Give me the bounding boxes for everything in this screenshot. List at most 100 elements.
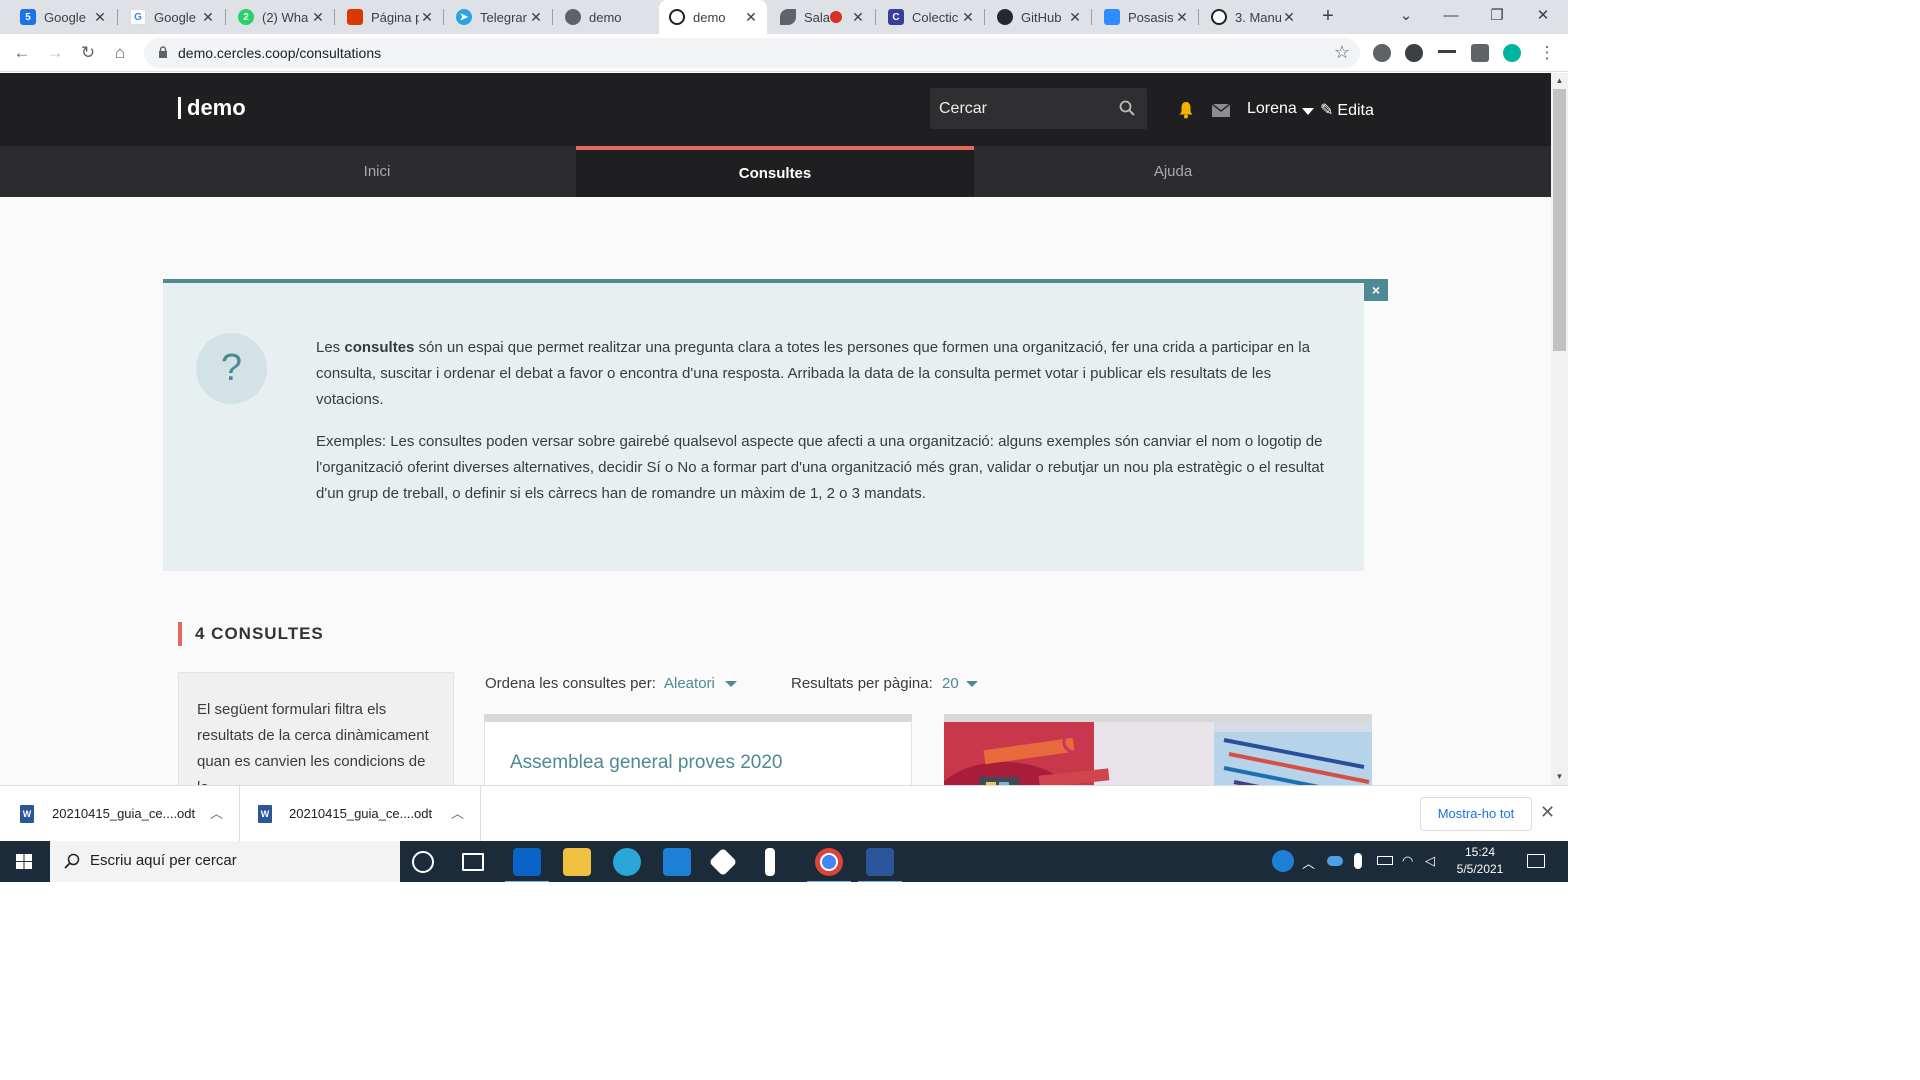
scroll-up-icon[interactable]: ▲ <box>1551 73 1568 89</box>
tab-title: 3. Manu <box>1235 9 1281 25</box>
browser-tab[interactable]: 5 Google ✕ <box>10 0 116 34</box>
close-help-button[interactable]: × <box>1364 279 1388 301</box>
tab-search-icon[interactable]: ⌄ <box>1383 0 1429 34</box>
tab-close-icon[interactable]: ✕ <box>960 9 976 26</box>
browser-tab[interactable]: Sala ✕ <box>770 0 874 34</box>
tab-close-icon[interactable]: ✕ <box>850 9 866 26</box>
help-tray-icon[interactable] <box>1272 850 1294 872</box>
mail-icon[interactable] <box>663 848 691 876</box>
browser-tab-active[interactable]: demo ✕ <box>659 0 767 34</box>
user-menu[interactable]: Lorena <box>1247 100 1297 118</box>
tab-close-icon[interactable]: ✕ <box>310 9 326 26</box>
chevron-down-icon[interactable] <box>1302 108 1314 115</box>
app-icon[interactable] <box>765 848 775 876</box>
nav-item-inici[interactable]: Inici <box>178 146 576 197</box>
chevron-down-icon[interactable] <box>966 681 978 687</box>
page-scrollbar[interactable]: ▲ ▼ <box>1551 73 1568 785</box>
home-icon[interactable]: ⌂ <box>108 41 132 65</box>
wifi-icon[interactable]: ◠ <box>1402 853 1418 869</box>
outlook-icon[interactable] <box>505 848 549 882</box>
back-arrow-icon[interactable]: ← <box>10 41 34 65</box>
microphone-icon[interactable] <box>1354 853 1362 869</box>
task-view-icon[interactable] <box>462 853 484 871</box>
chrome-icon[interactable] <box>807 848 851 882</box>
nav-item-ajuda[interactable]: Ajuda <box>974 146 1372 197</box>
extensions-puzzle-icon[interactable] <box>1471 44 1489 62</box>
scroll-down-icon[interactable]: ▼ <box>1551 769 1568 785</box>
browser-tab[interactable]: ➤ Telegrar ✕ <box>446 0 552 34</box>
browser-tab[interactable]: demo <box>555 0 659 34</box>
tab-close-icon[interactable]: ✕ <box>200 9 216 26</box>
tab-title: Posasist <box>1128 9 1174 25</box>
cortana-icon[interactable] <box>412 851 434 873</box>
notifications-icon[interactable] <box>1527 854 1545 868</box>
browser-tab[interactable]: Posasist ✕ <box>1094 0 1198 34</box>
reload-icon[interactable]: ↻ <box>76 41 100 65</box>
kebab-menu-icon[interactable]: ⋮ <box>1535 41 1559 65</box>
tab-close-icon[interactable]: ✕ <box>1067 9 1083 26</box>
word-icon[interactable] <box>858 848 902 882</box>
close-icon[interactable]: ✕ <box>1540 802 1555 823</box>
search-icon <box>64 853 80 869</box>
onedrive-icon[interactable] <box>1327 856 1343 866</box>
restore-icon[interactable]: ❐ <box>1474 0 1520 34</box>
tab-close-icon[interactable]: ✕ <box>1281 9 1297 26</box>
per-page-label: Resultats per pàgina: <box>791 675 933 692</box>
tab-close-icon[interactable]: ✕ <box>528 9 544 26</box>
tab-title: demo <box>693 9 726 25</box>
tab-close-icon[interactable]: ✕ <box>1174 9 1190 26</box>
tab-divider <box>875 9 876 25</box>
nav-item-consultes[interactable]: Consultes <box>576 146 974 197</box>
url-text: demo.cercles.coop/consultations <box>178 45 382 61</box>
browser-tab[interactable]: C Colectic ✕ <box>878 0 984 34</box>
download-item[interactable]: W 20210415_guia_ce....odt ︿ <box>0 786 240 842</box>
tab-close-icon[interactable]: ✕ <box>743 9 759 26</box>
consultation-card-title[interactable]: Assemblea general proves 2020 <box>510 752 783 774</box>
forward-arrow-icon[interactable]: → <box>43 41 67 65</box>
chevron-up-icon[interactable]: ︿ <box>451 803 464 822</box>
site-logo[interactable]: demo <box>178 97 246 119</box>
browser-tab[interactable]: Página p ✕ <box>337 0 443 34</box>
battery-icon[interactable] <box>1377 856 1393 865</box>
dropbox-icon[interactable] <box>708 847 738 877</box>
minimize-icon[interactable]: — <box>1428 0 1474 34</box>
bookmark-star-icon[interactable]: ☆ <box>1334 42 1350 63</box>
chevron-down-icon[interactable] <box>725 681 737 687</box>
extension-icon[interactable] <box>1405 44 1423 62</box>
tab-title: demo <box>589 9 622 25</box>
chevron-up-icon[interactable]: ︿ <box>1302 853 1318 871</box>
sort-dropdown[interactable]: Aleatori <box>664 675 715 692</box>
file-explorer-icon[interactable] <box>563 848 591 876</box>
tab-close-icon[interactable]: ✕ <box>92 9 108 26</box>
bell-icon[interactable] <box>1178 101 1194 119</box>
download-item[interactable]: W 20210415_guia_ce....odt ︿ <box>241 786 481 842</box>
browser-tab[interactable]: 2 (2) Wha ✕ <box>228 0 334 34</box>
browser-tab[interactable]: G Google ✕ <box>120 0 224 34</box>
per-page-dropdown[interactable]: 20 <box>942 675 959 692</box>
feather-icon <box>780 9 796 25</box>
windows-start-icon[interactable] <box>0 841 50 882</box>
profile-avatar-icon[interactable] <box>1503 44 1521 62</box>
tab-close-icon[interactable]: ✕ <box>419 9 435 26</box>
search-icon[interactable] <box>1119 100 1135 116</box>
browser-tab[interactable]: GitHub ✕ <box>987 0 1091 34</box>
search-input[interactable] <box>930 88 1110 129</box>
extension-icon[interactable] <box>1373 44 1391 62</box>
new-tab-plus-icon[interactable]: + <box>1316 5 1340 29</box>
window-close-icon[interactable]: ✕ <box>1520 0 1566 34</box>
telegram-icon: ➤ <box>456 9 472 25</box>
volume-icon[interactable]: ◁ <box>1425 853 1441 869</box>
taskbar-search[interactable]: Escriu aquí per cercar <box>50 841 400 882</box>
lock-icon <box>159 46 167 58</box>
show-all-button[interactable]: Mostra-ho tot <box>1420 797 1532 831</box>
mail-icon[interactable] <box>1212 104 1230 117</box>
taskbar-clock[interactable]: 15:24 5/5/2021 <box>1450 844 1510 878</box>
help-paragraph: Les consultes són un espai que permet re… <box>316 335 1326 413</box>
address-bar[interactable]: demo.cercles.coop/consultations ☆ <box>144 38 1360 68</box>
extension-key-icon[interactable] <box>1438 50 1456 56</box>
chevron-up-icon[interactable]: ︿ <box>210 803 223 822</box>
scrollbar-thumb[interactable] <box>1553 89 1566 351</box>
edit-link[interactable]: ✎ Edita <box>1320 100 1374 120</box>
edge-icon[interactable] <box>613 848 641 876</box>
browser-tab[interactable]: 3. Manu ✕ <box>1201 0 1305 34</box>
